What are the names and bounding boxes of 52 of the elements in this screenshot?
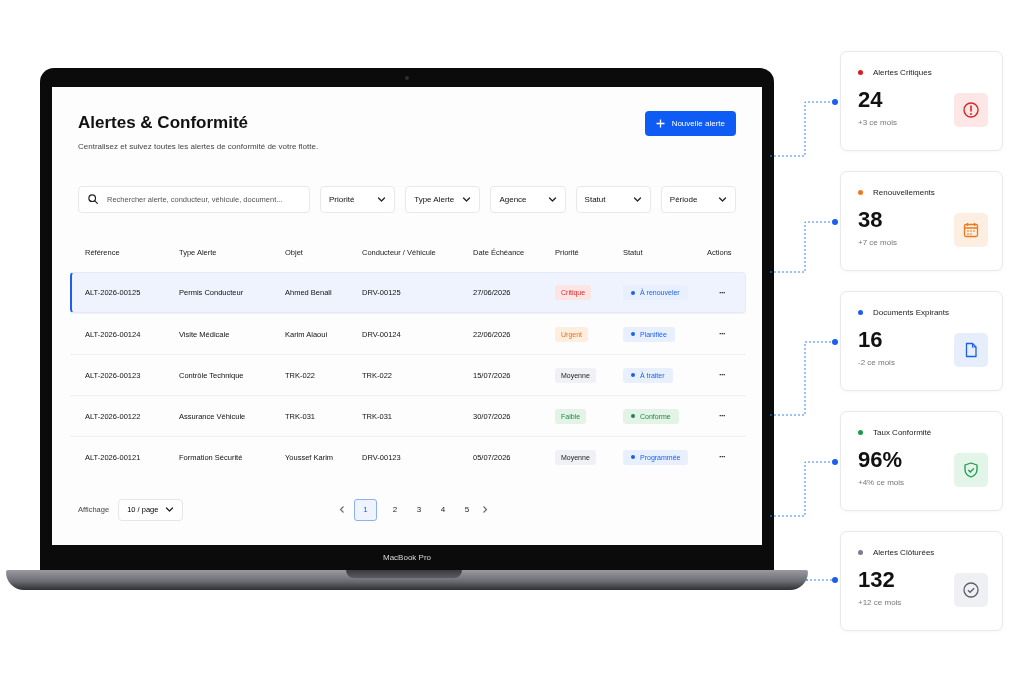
more-button[interactable]: ··· — [715, 411, 729, 421]
camera — [405, 76, 409, 80]
new-alert-button[interactable]: Nouvelle alerte — [644, 111, 736, 136]
stat-value: 38 — [858, 207, 884, 233]
connector-line — [769, 219, 838, 273]
chevron-left-icon — [338, 505, 346, 514]
connector-line — [769, 459, 838, 517]
more-button[interactable]: ··· — [715, 329, 729, 339]
shield-check-icon — [954, 453, 988, 487]
page-button[interactable]: 3 — [409, 498, 429, 521]
stat-title: Alertes Clôturées — [873, 548, 935, 557]
stat-title: Renouvellements — [873, 188, 935, 197]
page-button[interactable]: 5 — [457, 498, 477, 521]
stat-change: +3 ce mois — [858, 118, 897, 127]
stat-title: Documents Expirants — [873, 308, 950, 317]
chevron-down-icon — [718, 195, 727, 204]
filter-dropdown[interactable]: Statut — [575, 186, 651, 213]
more-button[interactable]: ··· — [715, 370, 729, 380]
chevron-down-icon — [377, 195, 387, 204]
page-title: Alertes & Conformité — [78, 113, 250, 133]
filter-dropdown[interactable]: Période — [660, 186, 736, 213]
stat-value: 132 — [858, 567, 896, 593]
filter-dropdown[interactable]: Type Alerte — [405, 186, 481, 213]
stat-change: -2 ce mois — [858, 358, 895, 367]
page-button[interactable]: 2 — [385, 498, 405, 521]
page-subtitle: Centralisez et suivez toutes les alertes de conformité de votre flotte. — [78, 142, 319, 151]
warning-icon — [954, 93, 988, 127]
chevron-right-icon — [481, 505, 489, 514]
laptop-label: MacBook Pro — [383, 552, 431, 564]
chevron-down-icon — [165, 505, 175, 514]
connector-line — [804, 577, 838, 583]
connector-line — [769, 99, 838, 157]
stat-change: +7 ce mois — [858, 238, 897, 247]
plus-icon — [655, 119, 665, 128]
page-button[interactable]: 4 — [433, 498, 453, 521]
page-button[interactable]: 1 — [354, 498, 377, 521]
stat-value: 96% — [858, 447, 904, 473]
stat-change: +12 ce mois — [858, 598, 902, 607]
calendar-icon — [954, 213, 988, 247]
stat-title: Alertes Critiques — [873, 68, 932, 77]
chevron-down-icon — [547, 195, 557, 204]
more-button[interactable]: ··· — [715, 287, 729, 298]
more-button[interactable]: ··· — [715, 452, 729, 462]
stat-title: Taux Conformité — [873, 428, 932, 437]
document-icon — [954, 333, 988, 367]
stat-change: +4% ce mois — [858, 478, 905, 487]
stat-value: 16 — [858, 327, 884, 353]
filter-dropdown[interactable]: Agence — [490, 186, 566, 213]
chevron-down-icon — [632, 195, 642, 204]
chevron-down-icon — [462, 195, 472, 204]
filter-dropdown[interactable]: Priorité — [320, 186, 396, 213]
stat-value: 24 — [858, 87, 884, 113]
